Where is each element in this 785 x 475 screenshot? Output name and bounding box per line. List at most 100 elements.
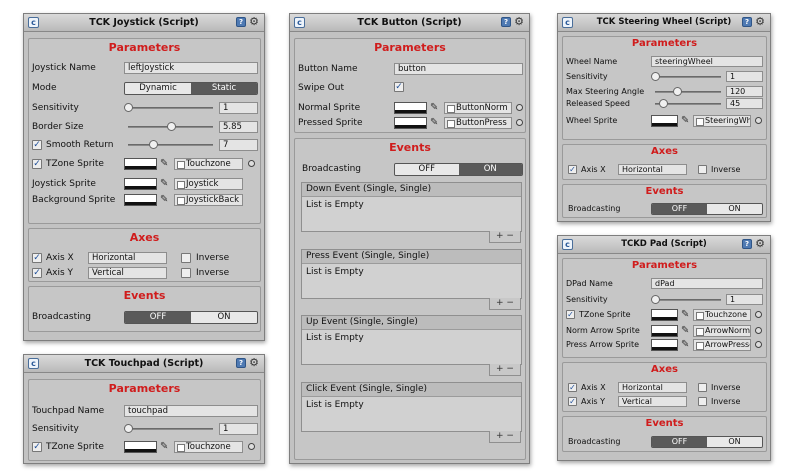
released-speed-field[interactable]: 45 [726, 98, 763, 109]
axis-x-field[interactable]: Horizontal [88, 252, 167, 264]
axis-x-inverse-checkbox[interactable] [698, 383, 707, 392]
object-picker-icon[interactable] [755, 327, 762, 334]
steering-sensitivity-field[interactable]: 1 [726, 71, 763, 82]
broadcasting-on-option[interactable]: ON [458, 164, 522, 175]
max-angle-slider[interactable] [655, 86, 721, 98]
object-picker-icon[interactable] [516, 119, 523, 126]
dpad-sensitivity-slider[interactable] [651, 294, 721, 306]
max-angle-field[interactable]: 120 [726, 86, 763, 97]
gear-icon[interactable]: ⚙ [755, 237, 765, 251]
broadcasting-off-option[interactable]: OFF [652, 204, 707, 214]
axis-x-checkbox[interactable]: ✓ [568, 383, 577, 392]
tzone-sprite-field[interactable]: Touchzone [693, 309, 751, 321]
steering-sensitivity-slider[interactable] [651, 71, 721, 83]
slider-knob[interactable] [124, 424, 133, 433]
norm-arrow-sprite-field[interactable]: ArrowNorma [693, 325, 751, 337]
up-event-list[interactable]: Up Event (Single, Single) List is Empty … [301, 315, 522, 376]
tzone-sprite-checkbox[interactable]: ✓ [32, 159, 42, 169]
eyedropper-icon[interactable]: ✎ [681, 309, 689, 321]
broadcasting-toggle[interactable]: OFF ON [394, 163, 523, 176]
help-icon[interactable]: ? [742, 239, 752, 249]
eyedropper-icon[interactable]: ✎ [681, 339, 689, 351]
tzone-color-swatch[interactable] [124, 441, 157, 453]
normal-color-swatch[interactable] [394, 102, 427, 114]
axis-x-inverse-checkbox[interactable] [698, 165, 707, 174]
broadcasting-off-option[interactable]: OFF [395, 164, 459, 175]
background-color-swatch[interactable] [124, 194, 157, 206]
gear-icon[interactable]: ⚙ [249, 15, 259, 29]
slider-knob[interactable] [672, 87, 682, 96]
broadcasting-off-option[interactable]: OFF [125, 312, 191, 323]
pressed-sprite-field[interactable]: ButtonPress [444, 117, 512, 129]
joystick-border-slider[interactable] [128, 121, 213, 133]
object-picker-icon[interactable] [755, 311, 762, 318]
axis-x-field[interactable]: Horizontal [618, 382, 687, 393]
swipe-out-checkbox[interactable]: ✓ [394, 82, 404, 92]
axis-x-checkbox[interactable]: ✓ [568, 165, 577, 174]
press-arrow-sprite-field[interactable]: ArrowPresse [693, 339, 751, 351]
joystick-smooth-slider[interactable] [128, 139, 213, 151]
object-picker-icon[interactable] [516, 104, 523, 111]
eyedropper-icon[interactable]: ✎ [681, 325, 689, 337]
slider-knob[interactable] [658, 99, 668, 108]
eyedropper-icon[interactable]: ✎ [160, 194, 168, 206]
axis-x-checkbox[interactable]: ✓ [32, 253, 42, 263]
slider-knob[interactable] [651, 72, 660, 81]
slider-knob[interactable] [166, 122, 176, 131]
broadcasting-on-option[interactable]: ON [191, 312, 257, 323]
norm-arrow-color-swatch[interactable] [651, 325, 678, 337]
gear-icon[interactable]: ⚙ [249, 356, 259, 370]
down-event-list[interactable]: Down Event (Single, Single) List is Empt… [301, 182, 522, 243]
eyedropper-icon[interactable]: ✎ [681, 115, 689, 127]
object-picker-icon[interactable] [755, 341, 762, 348]
axis-x-inverse-checkbox[interactable] [181, 253, 191, 263]
tzone-color-swatch[interactable] [651, 309, 678, 321]
pressed-color-swatch[interactable] [394, 117, 427, 129]
touchpad-name-field[interactable]: touchpad [124, 405, 258, 417]
tzone-color-swatch[interactable] [124, 158, 157, 170]
object-picker-icon[interactable] [248, 443, 255, 450]
slider-knob[interactable] [124, 103, 133, 112]
add-remove-controls[interactable]: + − [489, 431, 521, 443]
touchpad-sensitivity-slider[interactable] [124, 423, 213, 435]
eyedropper-icon[interactable]: ✎ [160, 178, 168, 190]
smooth-return-checkbox[interactable]: ✓ [32, 140, 42, 150]
wheel-sprite-field[interactable]: SteeringWhe [693, 115, 751, 127]
add-remove-controls[interactable]: + − [489, 231, 521, 243]
broadcasting-off-option[interactable]: OFF [652, 437, 707, 447]
slider-knob[interactable] [651, 295, 660, 304]
joystick-border-field[interactable]: 5.85 [219, 121, 258, 133]
joystick-sensitivity-slider[interactable] [124, 102, 213, 114]
mode-dynamic-option[interactable]: Dynamic [125, 83, 191, 94]
broadcasting-toggle[interactable]: OFF ON [651, 436, 763, 448]
eyedropper-icon[interactable]: ✎ [160, 158, 168, 170]
eyedropper-icon[interactable]: ✎ [160, 441, 168, 453]
broadcasting-toggle[interactable]: OFF ON [124, 311, 258, 324]
click-event-list[interactable]: Click Event (Single, Single) List is Emp… [301, 382, 522, 443]
joystick-smooth-field[interactable]: 7 [219, 139, 258, 151]
broadcasting-on-option[interactable]: ON [707, 437, 762, 447]
axis-y-inverse-checkbox[interactable] [181, 268, 191, 278]
tzone-sprite-checkbox[interactable]: ✓ [566, 310, 575, 319]
broadcasting-toggle[interactable]: OFF ON [651, 203, 763, 215]
tzone-sprite-checkbox[interactable]: ✓ [32, 442, 42, 452]
object-picker-icon[interactable] [248, 160, 255, 167]
slider-knob[interactable] [148, 140, 158, 149]
tzone-sprite-field[interactable]: Touchzone [174, 441, 243, 453]
help-icon[interactable]: ? [501, 17, 511, 27]
axis-y-field[interactable]: Vertical [88, 267, 167, 279]
mode-static-option[interactable]: Static [191, 83, 257, 94]
released-speed-slider[interactable] [655, 98, 721, 110]
gear-icon[interactable]: ⚙ [755, 15, 765, 29]
eyedropper-icon[interactable]: ✎ [430, 117, 438, 129]
wheel-color-swatch[interactable] [651, 115, 678, 127]
object-picker-icon[interactable] [755, 117, 762, 124]
touchpad-sensitivity-field[interactable]: 1 [219, 423, 258, 435]
add-remove-controls[interactable]: + − [489, 298, 521, 310]
add-remove-controls[interactable]: + − [489, 364, 521, 376]
axis-y-checkbox[interactable]: ✓ [32, 268, 42, 278]
dpad-name-field[interactable]: dPad [651, 278, 763, 289]
joystick-sprite-field[interactable]: Joystick [174, 178, 243, 190]
help-icon[interactable]: ? [236, 17, 246, 27]
normal-sprite-field[interactable]: ButtonNorm [444, 102, 512, 114]
